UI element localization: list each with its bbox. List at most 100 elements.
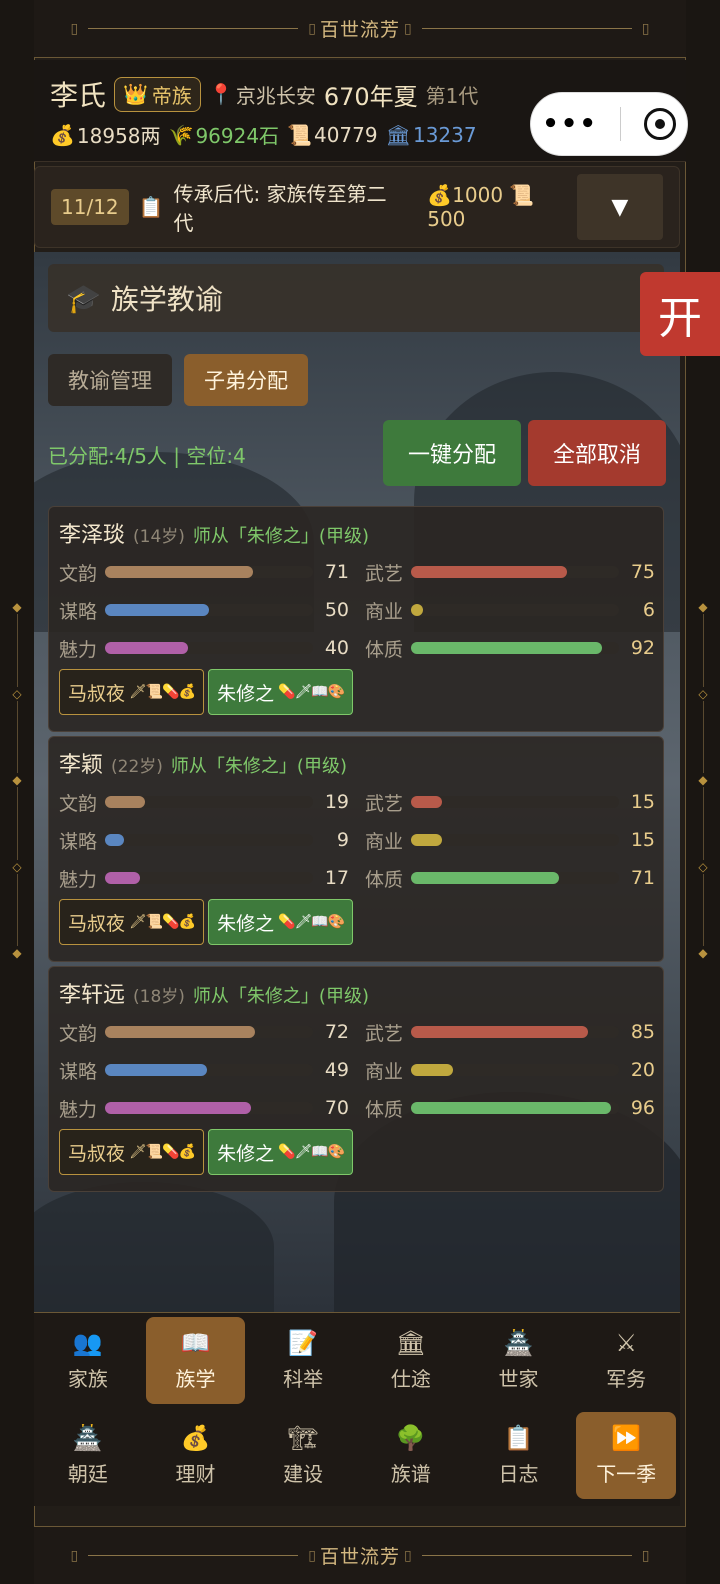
boat-shore-bg [34,1182,274,1312]
grain-icon: 🌾 [168,122,194,147]
stat-value: 9 [336,829,349,851]
stat-bar-track [411,604,619,616]
student-name: 李泽琰 [59,523,126,548]
nav-family[interactable]: 👥 家族 [38,1317,138,1404]
quest-reward-money: 1000 [452,183,504,207]
clipboard-icon: 📋 [503,1424,534,1452]
close-miniprogram-icon[interactable] [643,108,676,140]
nav-log[interactable]: 📋 日志 [469,1412,569,1499]
skill-icons: 💊🗡📖🎨 [278,914,345,930]
money-bag-icon: 💰 [427,183,453,207]
bank-icon: 🏛 [385,122,411,147]
top-banner: ▯ ▯ 百世流芳 ▯ ▯ [34,0,686,58]
stat-value: 50 [324,599,349,621]
teacher-tags: 马叔夜 🗡📜💊💰 朱修之 💊🗡📖🎨 [59,669,653,715]
cancel-all-button[interactable]: 全部取消 [528,420,666,486]
stat-bar-track [105,604,313,616]
stat-bar-fill [411,1064,453,1076]
teacher-name: 马叔夜 [68,912,126,935]
teacher-tag-ma[interactable]: 马叔夜 🗡📜💊💰 [59,1129,205,1175]
bottom-nav: 👥 家族 📖 族学 📝 科举 🏛 仕途 🏯 世家 ⚔ 军务 🏯 朝廷 💰 理财 🏗 建设 🌳 族谱 📋 日志 ⏩ 下一季 [34,1312,680,1506]
stat-label: 谋略 [59,830,98,853]
teacher-tag-ma[interactable]: 马叔夜 🗡📜💊💰 [59,899,205,945]
stat-value: 70 [324,1097,349,1119]
stat-value: 20 [630,1059,655,1081]
student-card[interactable]: 李轩远 (18岁) 师从「朱修之」(甲级) 文韵 72 武艺 85 谋略 49 商业 20 魅力 70 体… [48,966,664,1192]
stat-row: 商业 15 [365,821,667,859]
stat-value: 75 [630,561,655,583]
nav-career[interactable]: 🏛 仕途 [361,1317,461,1404]
year-season: 670年夏 [323,82,418,111]
resource-value: 13237 [412,122,477,147]
rank-badge: 👑 帝族 [114,76,201,112]
teacher-tag-zhu[interactable]: 朱修之 💊🗡📖🎨 [208,899,354,945]
resource-item: 🌾 96924石 [169,120,280,149]
student-teacher: 师从「朱修之」(甲级) [170,756,347,777]
auto-assign-button[interactable]: 一键分配 [383,420,521,486]
stat-value: 49 [324,1059,349,1081]
stat-label: 体质 [365,1098,404,1121]
nav-noble[interactable]: 🏯 世家 [469,1317,569,1404]
skill-icons: 💊🗡📖🎨 [278,1144,345,1160]
stat-value: 96 [630,1097,655,1119]
nav-build[interactable]: 🏗 建设 [253,1412,353,1499]
graduation-cap-icon: 🎓 [66,281,101,315]
stat-bar-fill [411,872,559,884]
tab-student-assignment[interactable]: 子弟分配 [184,354,308,406]
nav-label: 下一季 [596,1462,657,1486]
crown-icon: 👑 [123,82,148,106]
teacher-tag-zhu[interactable]: 朱修之 💊🗡📖🎨 [208,669,354,715]
stat-bar-fill [411,566,567,578]
more-menu-icon[interactable]: ••• [542,109,598,139]
teacher-name: 马叔夜 [68,682,126,705]
stat-value: 85 [630,1021,655,1043]
quest-bar[interactable]: 11/12 📋 传承后代: 家族传至第二代 💰1000 📜 500 ▼ [34,166,680,248]
tree-icon: 🌳 [395,1424,426,1452]
quest-count: 11/12 [51,189,129,225]
nav-court[interactable]: 🏯 朝廷 [38,1412,138,1499]
stat-label: 文韵 [59,1022,98,1045]
quest-expand-button[interactable]: ▼ [576,174,663,240]
teacher-name: 马叔夜 [68,1142,126,1165]
miniprogram-capsule: ••• [530,92,688,156]
stat-row: 武艺 75 [365,553,667,591]
stat-bar-track [411,796,619,808]
student-age: (14岁) [133,527,185,547]
teacher-tag-zhu[interactable]: 朱修之 💊🗡📖🎨 [208,1129,354,1175]
stat-bar-track [105,796,313,808]
nav-label: 日志 [498,1462,539,1486]
stat-row: 文韵 19 [59,783,361,821]
stat-label: 体质 [365,868,404,891]
nav-label: 理财 [175,1462,216,1486]
nav-label: 朝廷 [67,1462,108,1486]
nav-label: 建设 [283,1462,324,1486]
nav-row: 🏯 朝廷 💰 理财 🏗 建设 🌳 族谱 📋 日志 ⏩ 下一季 [34,1408,680,1503]
resource-value: 18958两 [76,124,161,148]
teacher-name: 朱修之 [217,912,275,935]
stat-label: 体质 [365,638,404,661]
student-card[interactable]: 李泽琰 (14岁) 师从「朱修之」(甲级) 文韵 71 武艺 75 谋略 50 商业 6 魅力 40 体质… [48,506,664,732]
teacher-tags: 马叔夜 🗡📜💊💰 朱修之 💊🗡📖🎨 [59,899,653,945]
nav-exam[interactable]: 📝 科举 [253,1317,353,1404]
nav-next-season[interactable]: ⏩ 下一季 [576,1412,677,1499]
nav-row: 👥 家族 📖 族学 📝 科举 🏛 仕途 🏯 世家 ⚔ 军务 [34,1313,680,1408]
money-bag-icon: 💰 [50,122,75,147]
stat-bar-fill [105,566,253,578]
exam-icon: 📝 [288,1329,319,1357]
nav-military[interactable]: ⚔ 军务 [576,1317,676,1404]
stat-bar-fill [411,642,603,654]
nav-clan-school[interactable]: 📖 族学 [145,1317,246,1404]
student-card[interactable]: 李颖 (22岁) 师从「朱修之」(甲级) 文韵 19 武艺 15 谋略 9 商业 15 魅力 17 体质 7… [48,736,664,962]
tab-teacher-management[interactable]: 教谕管理 [48,354,172,406]
nav-finance[interactable]: 💰 理财 [146,1412,246,1499]
open-button[interactable]: 开 [640,272,720,356]
stat-bar-fill [105,1102,251,1114]
stat-row: 体质 71 [365,859,667,897]
stat-bar-track [105,642,313,654]
nav-label: 科举 [283,1367,324,1391]
teacher-tag-ma[interactable]: 马叔夜 🗡📜💊💰 [59,669,205,715]
nav-genealogy[interactable]: 🌳 族谱 [361,1412,461,1499]
castle-icon: 🏯 [503,1329,534,1357]
teacher-name: 朱修之 [217,1142,275,1165]
stat-bar-track [411,1102,619,1114]
